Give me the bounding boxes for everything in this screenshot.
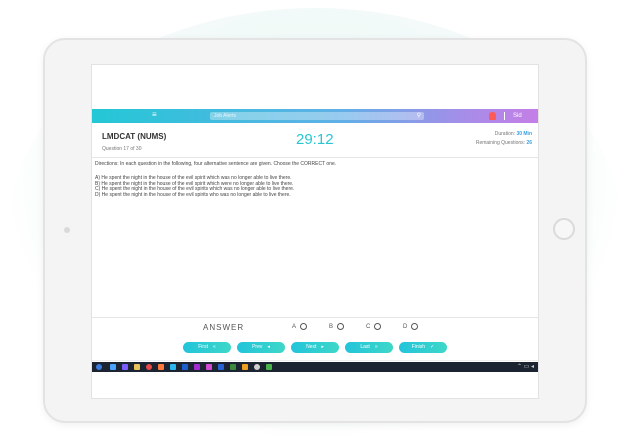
remaining-questions-info: Remaining Questions: 26 xyxy=(476,140,532,146)
finish-button[interactable]: Finish ✓ xyxy=(399,342,447,353)
prev-button[interactable]: Prev ◂ xyxy=(237,342,285,353)
menu-icon[interactable]: ≡ xyxy=(152,111,158,119)
tablet-home-button xyxy=(553,218,575,240)
double-chevron-left-icon: « xyxy=(212,344,216,350)
navigation-buttons: First « Prev ◂ Next ▸ Last » Finish ✓ xyxy=(92,342,538,354)
prev-button-label: Prev xyxy=(252,344,263,350)
vlc-icon[interactable] xyxy=(242,364,248,370)
folder-icon[interactable] xyxy=(134,364,140,370)
finish-button-label: Finish xyxy=(411,344,426,350)
check-circle-icon: ✓ xyxy=(430,344,435,350)
option-d-text: D) He spent the night in the house of th… xyxy=(95,191,291,198)
answer-choice-a[interactable]: A xyxy=(292,323,308,331)
duration-label: Duration: xyxy=(494,131,517,137)
taskbar-app-icon[interactable] xyxy=(254,364,260,370)
choice-c-label: C xyxy=(366,324,371,331)
chrome-icon[interactable] xyxy=(146,364,152,370)
taskbar-app-icon[interactable] xyxy=(158,364,164,370)
answer-choice-d[interactable]: D xyxy=(403,323,419,331)
search-placeholder: Job Alerts xyxy=(214,113,236,119)
choice-b-label: B xyxy=(329,324,334,331)
radio-b[interactable] xyxy=(337,323,345,330)
duration-value: 30 Min xyxy=(516,131,532,137)
answer-divider xyxy=(92,317,538,318)
last-button[interactable]: Last » xyxy=(345,342,393,353)
bell-icon[interactable] xyxy=(489,112,496,120)
chevron-left-icon: ◂ xyxy=(267,344,270,350)
duration-info: Duration: 30 Min xyxy=(495,131,532,137)
tablet-camera xyxy=(64,227,70,233)
next-button-label: Next xyxy=(306,344,317,350)
radio-c[interactable] xyxy=(374,323,382,330)
os-taskbar: ⌃ ▭ ◂ xyxy=(92,362,538,372)
taskbar-app-icon[interactable] xyxy=(170,364,176,370)
choice-a-label: A xyxy=(292,324,297,331)
taskbar-app-icon[interactable] xyxy=(218,364,224,370)
chevron-right-icon: ▸ xyxy=(321,344,324,350)
taskbar-app-icon[interactable] xyxy=(230,364,236,370)
choice-d-label: D xyxy=(403,324,408,331)
next-button[interactable]: Next ▸ xyxy=(291,342,339,353)
double-chevron-right-icon: » xyxy=(374,344,378,350)
search-input[interactable]: Job Alerts ⚲ xyxy=(210,112,424,120)
radio-a[interactable] xyxy=(300,323,308,330)
top-navbar: ≡ Job Alerts ⚲ Sid xyxy=(92,109,538,123)
answer-options-list: A) He spent the night in the house of th… xyxy=(95,175,535,198)
radio-d[interactable] xyxy=(411,323,419,330)
start-icon[interactable] xyxy=(96,364,102,370)
question-counter: Question 17 of 30 xyxy=(102,146,142,152)
header-divider xyxy=(92,157,538,158)
question-directions: Directions: In each question in the foll… xyxy=(95,161,337,167)
taskbar-app-icon[interactable] xyxy=(110,364,116,370)
exam-title: LMDCAT (NUMS) xyxy=(102,132,167,141)
countdown-timer: 29:12 xyxy=(296,131,334,148)
first-button[interactable]: First « xyxy=(183,342,231,353)
tablet-screen: ≡ Job Alerts ⚲ Sid LMDCAT (NUMS) Questio… xyxy=(91,64,539,399)
taskbar-app-icon[interactable] xyxy=(266,364,272,370)
navbar-divider xyxy=(504,112,505,120)
user-menu[interactable]: Sid xyxy=(513,111,522,121)
first-button-label: First xyxy=(198,344,208,350)
taskbar-app-icon[interactable] xyxy=(122,364,128,370)
answer-label: ANSWER xyxy=(203,323,245,332)
answer-choice-b[interactable]: B xyxy=(329,323,345,331)
remaining-label: Remaining Questions: xyxy=(475,140,527,146)
search-icon[interactable]: ⚲ xyxy=(417,112,421,120)
answer-choice-c[interactable]: C xyxy=(366,323,382,331)
remaining-value: 26 xyxy=(526,140,532,146)
taskbar-app-icon[interactable] xyxy=(194,364,200,370)
last-button-label: Last xyxy=(360,344,370,350)
photoshop-icon[interactable] xyxy=(182,364,188,370)
taskbar-app-icon[interactable] xyxy=(206,364,212,370)
browser-blank-area xyxy=(92,65,538,109)
footer-divider xyxy=(92,360,538,361)
system-tray-icons[interactable]: ⌃ ▭ ◂ xyxy=(517,363,534,371)
